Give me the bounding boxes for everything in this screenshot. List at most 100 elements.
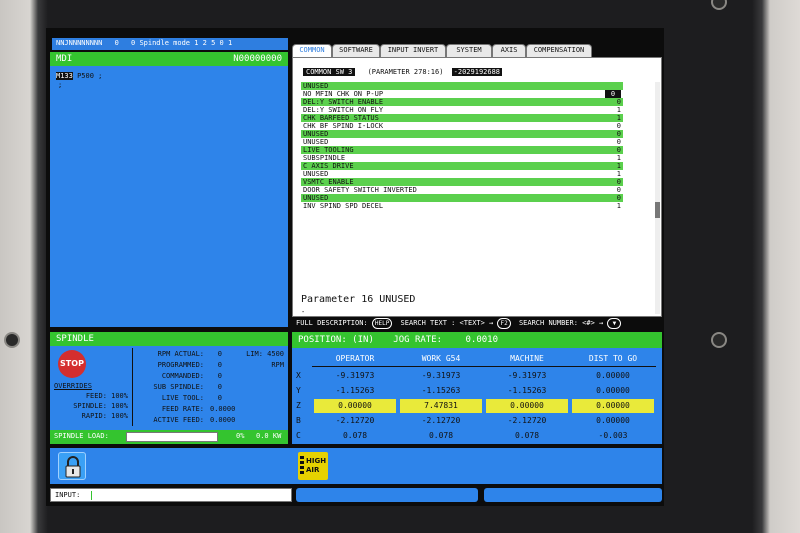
search-text-label: SEARCH TEXT : <TEXT> → bbox=[400, 319, 494, 327]
axis-label: Z bbox=[296, 401, 301, 410]
status-field-2 bbox=[484, 488, 662, 502]
column-machine: MACHINE bbox=[510, 354, 544, 363]
rpm-unit: RPM bbox=[271, 361, 284, 369]
parameter-value: -2029192688 bbox=[451, 68, 503, 76]
operator-value: -1.15263 bbox=[335, 386, 375, 395]
parameter-bit-row[interactable]: SUBSPINDLE 1 bbox=[301, 154, 623, 162]
lock-icon[interactable] bbox=[58, 452, 86, 480]
bezel-screw bbox=[713, 334, 725, 346]
programmed-label: PROGRAMMED: bbox=[157, 361, 204, 369]
parameter-bit-row[interactable]: DOOR SAFETY SWITCH INVERTED 0 bbox=[301, 186, 623, 194]
work-value: -2.12720 bbox=[421, 416, 461, 425]
operator-value: 0.00000 bbox=[314, 399, 396, 413]
tab-axis[interactable]: AXIS bbox=[492, 44, 526, 57]
high-air-line-1: HIGH bbox=[306, 457, 327, 465]
help-key-icon[interactable]: HELP bbox=[371, 318, 393, 329]
dist-to-go-value: 0.00000 bbox=[572, 399, 654, 413]
stop-icon: STOP bbox=[58, 350, 86, 378]
cnc-screen: NNJNNNNNNNN 0 0 Spindle mode 1 2 5 0 1 M… bbox=[46, 28, 664, 506]
parameter-group-name: COMMON SW 3 bbox=[303, 68, 356, 76]
help-bar: FULL DESCRIPTION: HELP SEARCH TEXT : <TE… bbox=[296, 316, 662, 330]
tab-system[interactable]: SYSTEM bbox=[446, 44, 492, 57]
mdi-title: MDI bbox=[56, 54, 73, 64]
parameter-scrollbar-thumb[interactable] bbox=[655, 202, 660, 218]
part-count: 0 bbox=[114, 39, 119, 47]
spindle-header: SPINDLE bbox=[50, 332, 288, 346]
input-bar[interactable]: INPUT: bbox=[50, 488, 292, 502]
mdi-line-1-rest: P500 ; bbox=[72, 72, 103, 80]
spindle-load-bar bbox=[126, 432, 218, 442]
parameter-bit-row[interactable]: UNUSED 0 bbox=[301, 194, 623, 202]
position-column-headers: OPERATOR WORK G54 MACHINE DIST TO GO bbox=[312, 352, 656, 366]
column-dist-to-go: DIST TO GO bbox=[588, 354, 638, 363]
parameter-bit-row[interactable]: UNUSED 1 bbox=[301, 170, 623, 178]
work-value: 7.47831 bbox=[400, 399, 482, 413]
live-tool-label: LIVE TOOL: bbox=[161, 394, 204, 402]
jog-rate-value: 0.0010 bbox=[465, 335, 498, 345]
tab-software[interactable]: SOFTWARE bbox=[332, 44, 380, 57]
programmed-value: 0 bbox=[217, 361, 222, 369]
parameter-bit-row[interactable]: NO MFIN CHK ON P-UP 0 bbox=[301, 90, 623, 98]
tab-compensation[interactable]: COMPENSATION bbox=[526, 44, 592, 57]
parameter-bit-row[interactable]: UNUSED bbox=[301, 82, 623, 90]
machine-value: -1.15263 bbox=[507, 386, 547, 395]
bezel-screw bbox=[6, 334, 18, 346]
rpm-actual-value: 0 bbox=[217, 350, 222, 358]
position-header-rule bbox=[312, 366, 656, 367]
mdi-line-1[interactable]: M133 P500 ; bbox=[56, 72, 276, 81]
axis-label: Y bbox=[296, 386, 301, 395]
rapid-override: RAPID: 100% bbox=[81, 412, 128, 420]
parameter-bit-row[interactable]: VSMTC ENABLE 0 bbox=[301, 178, 623, 186]
down-arrow-key-icon[interactable]: ▼ bbox=[607, 318, 622, 329]
overrides-title: OVERRIDES bbox=[54, 382, 92, 390]
active-feed-value: 0.0000 bbox=[210, 416, 236, 424]
tab-common[interactable]: COMMON bbox=[292, 44, 332, 57]
parameter-bit-row[interactable]: DEL:Y SWITCH ON FLY 1 bbox=[301, 106, 623, 114]
top-status-bar: NNJNNNNNNNN 0 0 Spindle mode 1 2 5 0 1 bbox=[52, 38, 288, 50]
sub-spindle-value: 0 bbox=[217, 383, 222, 391]
spindle-divider bbox=[132, 348, 133, 426]
parameter-bit-row[interactable]: UNUSED 0 bbox=[301, 130, 623, 138]
machine-value: -2.12720 bbox=[507, 416, 547, 425]
parameter-scrollbar[interactable] bbox=[655, 82, 660, 314]
mdi-line-2[interactable]: ; bbox=[58, 81, 62, 90]
high-air-stripes bbox=[300, 456, 304, 476]
spindle-load-kw: 0.0 KW bbox=[256, 432, 282, 440]
parameter-bit-row[interactable]: INV SPIND SPD DECEL 1 bbox=[301, 202, 623, 210]
operator-value: 0.078 bbox=[342, 431, 368, 440]
spindle-stats: RPM ACTUAL: 0 LIM: 4500 PROGRAMMED: 0 RP… bbox=[134, 350, 286, 430]
settings-tab-bar: COMMON SOFTWARE INPUT INVERT SYSTEM AXIS… bbox=[292, 44, 662, 58]
sub-spindle-label: SUB SPINDLE: bbox=[153, 383, 204, 391]
parameter-bit-row[interactable]: CHK BARFEED STATUS 1 bbox=[301, 114, 623, 122]
parameter-bit-row[interactable]: C AXIS DRIVE 1 bbox=[301, 162, 623, 170]
selected-bit-value: 0 bbox=[605, 90, 621, 98]
search-number-label: SEARCH NUMBER: <#> → bbox=[518, 319, 604, 327]
dist-to-go-value: 0.00000 bbox=[596, 371, 630, 380]
feed-rate-label: FEED RATE: bbox=[161, 405, 204, 413]
full-description-label: FULL DESCRIPTION: bbox=[296, 319, 368, 327]
commanded-label: COMMANDED: bbox=[161, 372, 204, 380]
spindle-panel: SPINDLE STOP OVERRIDES FEED: 100% SPINDL… bbox=[50, 332, 288, 444]
parameter-bit-row[interactable]: LIVE TOOLING 0 bbox=[301, 146, 623, 154]
tab-input-invert[interactable]: INPUT INVERT bbox=[380, 44, 446, 57]
position-panel: POSITION: (IN) JOG RATE: 0.0010 OPERATOR… bbox=[292, 332, 662, 444]
live-tool-value: 0 bbox=[217, 394, 222, 402]
spindle-load-percent: 0% bbox=[236, 432, 245, 440]
spindle-mode: 0 Spindle mode 1 2 5 0 1 bbox=[131, 39, 233, 47]
parameter-bit-row[interactable]: DEL:Y SWITCH ENABLE 0 bbox=[301, 98, 623, 106]
feed-override: FEED: 100% bbox=[85, 392, 128, 400]
dist-to-go-value: 0.00000 bbox=[596, 416, 630, 425]
jog-rate-label: JOG RATE: bbox=[393, 335, 443, 345]
position-rows: X -9.31973 -9.31973 -9.31973 0.00000 Y -… bbox=[292, 368, 662, 444]
parameter-bit-row[interactable]: UNUSED 0 bbox=[301, 138, 623, 146]
high-air-icon: HIGH AIR bbox=[298, 452, 328, 480]
mdi-panel[interactable]: MDI N00000000 M133 P500 ; ; bbox=[50, 52, 288, 327]
high-air-line-2: AIR bbox=[306, 466, 320, 474]
work-value: 0.078 bbox=[428, 431, 454, 440]
active-feed-label: ACTIVE FEED: bbox=[153, 416, 204, 424]
machine-value: 0.078 bbox=[514, 431, 540, 440]
parameter-bit-row[interactable]: CHK BF SPIND I-LOCK 0 bbox=[301, 122, 623, 130]
spindle-override: SPINDLE: 100% bbox=[73, 402, 128, 410]
f2-key-icon[interactable]: F2 bbox=[497, 318, 511, 329]
work-value: -9.31973 bbox=[421, 371, 461, 380]
